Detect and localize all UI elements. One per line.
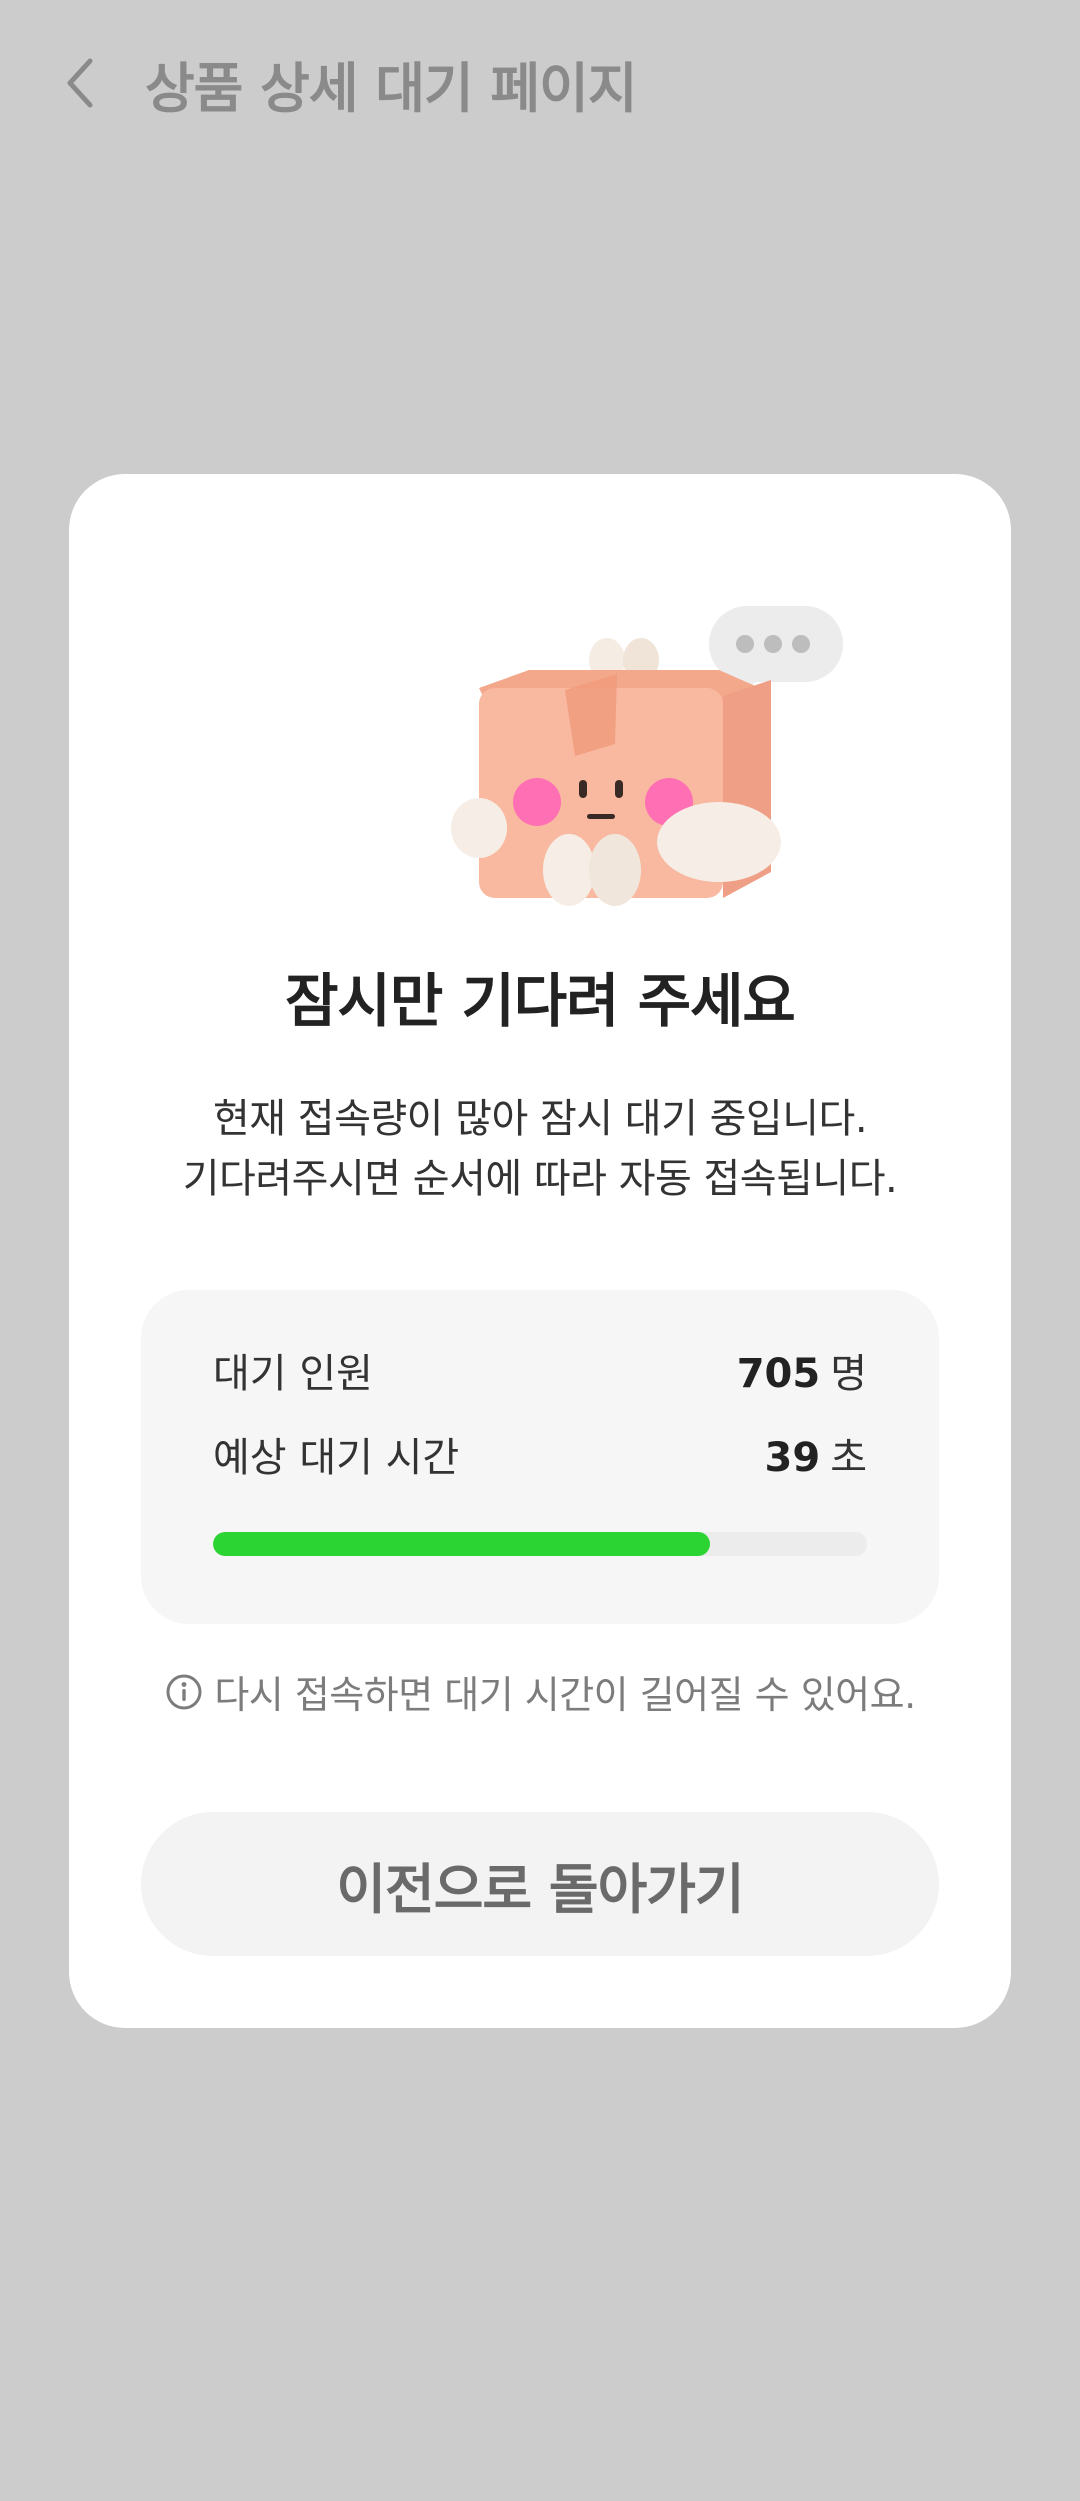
waiting-count-row: 대기 인원 705 명 <box>213 1340 867 1400</box>
top-bar: 상품 상세 대기 페이지 <box>0 0 1080 160</box>
description-line-1: 현재 접속량이 많아 잠시 대기 중입니다. <box>212 1096 868 1142</box>
description-line-2: 기다려주시면 순서에 따라 자동 접속됩니다. <box>182 1156 898 1202</box>
info-circle-icon <box>166 1674 202 1709</box>
waiting-card: 잠시만 기다려 주세요 현재 접속량이 많아 잠시 대기 중입니다. 기다려주시… <box>69 474 1011 2028</box>
eta-row: 예상 대기 시간 39 초 <box>213 1424 867 1484</box>
eta-number: 39 <box>764 1435 821 1481</box>
waiting-count-label: 대기 인원 <box>213 1351 373 1397</box>
go-back-button[interactable]: 이전으로 돌아가기 <box>141 1812 939 1956</box>
notice-text: 다시 접속하면 대기 시간이 길어질 수 있어요. <box>214 1673 916 1717</box>
waiting-title: 잠시만 기다려 주세요 <box>285 967 796 1035</box>
page-title: 상품 상세 대기 페이지 <box>145 57 638 120</box>
queue-info-box: 대기 인원 705 명 예상 대기 시간 39 초 <box>141 1290 939 1624</box>
chevron-left-icon <box>67 58 93 108</box>
box-mascot-illustration <box>451 606 843 906</box>
eta-unit: 초 <box>830 1435 867 1481</box>
waiting-count-unit: 명 <box>830 1351 867 1397</box>
eta-label: 예상 대기 시간 <box>213 1435 460 1481</box>
reconnect-notice: 다시 접속하면 대기 시간이 길어질 수 있어요. <box>69 1664 1011 1719</box>
waiting-count-value: 705 명 <box>737 1341 867 1399</box>
queue-progress-fill <box>213 1532 711 1556</box>
eta-value: 39 초 <box>765 1425 867 1483</box>
queue-progress-bar <box>213 1532 867 1556</box>
waiting-count-number: 705 <box>736 1351 821 1397</box>
go-back-button-label: 이전으로 돌아가기 <box>336 1857 744 1921</box>
back-button[interactable] <box>50 48 110 118</box>
